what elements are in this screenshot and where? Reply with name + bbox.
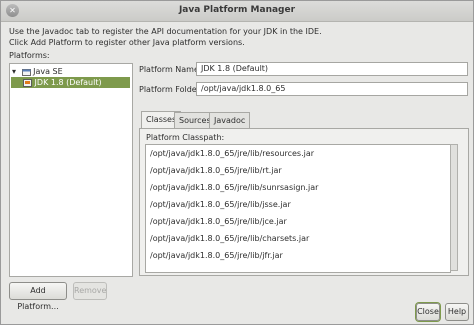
add-platform-button[interactable]: Add Platform... (9, 282, 67, 311)
tree-item-label: JDK 1.8 (Default) (34, 78, 102, 87)
tree-item-jdk-1-8[interactable]: JDK 1.8 (Default) (23, 77, 102, 88)
window-title: Java Platform Manager (178, 5, 296, 15)
intro-line-1: Use the Javadoc tab to register the API … (9, 27, 322, 36)
classpath-scrollbar[interactable] (450, 144, 458, 271)
remove-button[interactable]: Remove (73, 282, 107, 300)
tree-item-label: Java SE (33, 67, 63, 76)
jdk-icon (23, 78, 32, 87)
platform-name-field[interactable]: JDK 1.8 (Default) (196, 62, 468, 76)
java-platform-manager-window: ✕ Java Platform Manager Use the Javadoc … (0, 0, 474, 325)
tree-expand-icon[interactable]: ▾ (12, 66, 19, 77)
platform-name-label: Platform Name: (139, 65, 202, 74)
classpath-item[interactable]: /opt/java/jdk1.8.0_65/jre/lib/resources.… (150, 146, 314, 162)
platform-folder-field[interactable]: /opt/java/jdk1.8.0_65 (196, 82, 468, 96)
intro-text: Use the Javadoc tab to register the API … (9, 26, 322, 48)
classpath-item[interactable]: /opt/java/jdk1.8.0_65/jre/lib/jfr.jar (150, 248, 283, 264)
classpath-list[interactable]: /opt/java/jdk1.8.0_65/jre/lib/resources.… (145, 144, 451, 273)
help-button[interactable]: Help (445, 303, 469, 321)
classpath-item[interactable]: /opt/java/jdk1.8.0_65/jre/lib/rt.jar (150, 163, 282, 179)
title-bar: ✕ Java Platform Manager (1, 1, 473, 22)
tree-item-java-se[interactable]: ▾ Java SE (12, 66, 63, 77)
intro-line-2: Click Add Platform to register other Jav… (9, 38, 245, 47)
platform-folder-label: Platform Folder: (139, 85, 203, 94)
platforms-label: Platforms: (9, 51, 50, 60)
tab-javadoc[interactable]: Javadoc (209, 112, 251, 128)
platform-classpath-label: Platform Classpath: (146, 133, 225, 142)
folder-icon (21, 68, 31, 76)
platforms-tree[interactable]: ▾ Java SE JDK 1.8 (Default) (9, 63, 133, 277)
classpath-item[interactable]: /opt/java/jdk1.8.0_65/jre/lib/charsets.j… (150, 231, 309, 247)
close-button[interactable]: Close (416, 303, 440, 321)
classpath-item[interactable]: /opt/java/jdk1.8.0_65/jre/lib/jce.jar (150, 214, 287, 230)
classpath-item[interactable]: /opt/java/jdk1.8.0_65/jre/lib/jsse.jar (150, 197, 291, 213)
classpath-item[interactable]: /opt/java/jdk1.8.0_65/jre/lib/sunrsasign… (150, 180, 318, 196)
